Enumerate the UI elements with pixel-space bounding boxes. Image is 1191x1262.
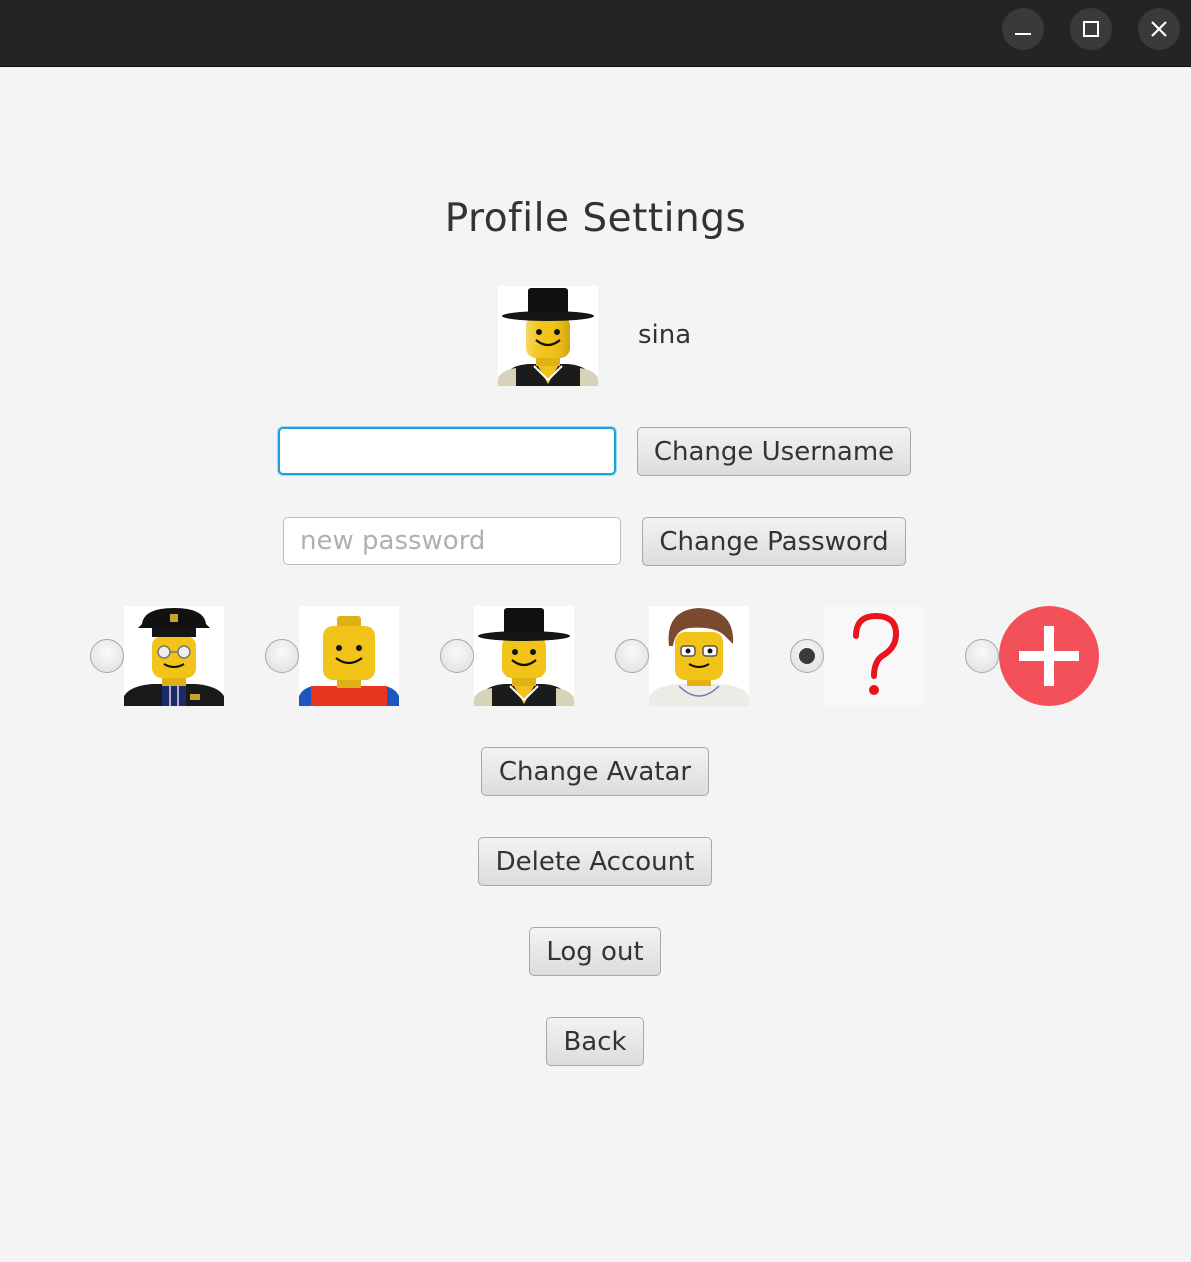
avatar-classic-image[interactable] (299, 606, 399, 706)
avatar-radio-police[interactable] (90, 639, 124, 673)
avatar-radio-tophat[interactable] (440, 639, 474, 673)
avatar-police-image[interactable] (124, 606, 224, 706)
window-titlebar (0, 0, 1191, 67)
current-avatar-image (498, 286, 598, 386)
add-avatar-icon[interactable] (999, 606, 1099, 706)
avatar-radio-unknown[interactable] (790, 639, 824, 673)
change-avatar-button[interactable]: Change Avatar (481, 747, 709, 796)
close-button[interactable] (1138, 8, 1180, 50)
page-title: Profile Settings (444, 196, 747, 241)
avatar-doctor-image[interactable] (649, 606, 749, 706)
maximize-button[interactable] (1070, 8, 1112, 50)
avatar-radio-custom[interactable] (965, 639, 999, 673)
username-input[interactable] (278, 427, 616, 475)
radio-dot (799, 648, 815, 664)
minimize-button[interactable] (1002, 8, 1044, 50)
back-button[interactable]: Back (546, 1017, 644, 1066)
change-username-button[interactable]: Change Username (637, 427, 911, 476)
change-password-button[interactable]: Change Password (642, 517, 906, 566)
question-mark-avatar-image[interactable] (824, 606, 924, 706)
password-input[interactable] (283, 517, 621, 565)
avatar-radio-classic[interactable] (265, 639, 299, 673)
avatar-radio-doctor[interactable] (615, 639, 649, 673)
log-out-button[interactable]: Log out (529, 927, 661, 976)
minimize-icon (1015, 33, 1031, 35)
maximize-icon (1083, 21, 1099, 37)
delete-account-button[interactable]: Delete Account (478, 837, 712, 886)
username-label: sina (638, 320, 692, 350)
close-icon (1151, 21, 1167, 37)
avatar-tophat-image[interactable] (474, 606, 574, 706)
